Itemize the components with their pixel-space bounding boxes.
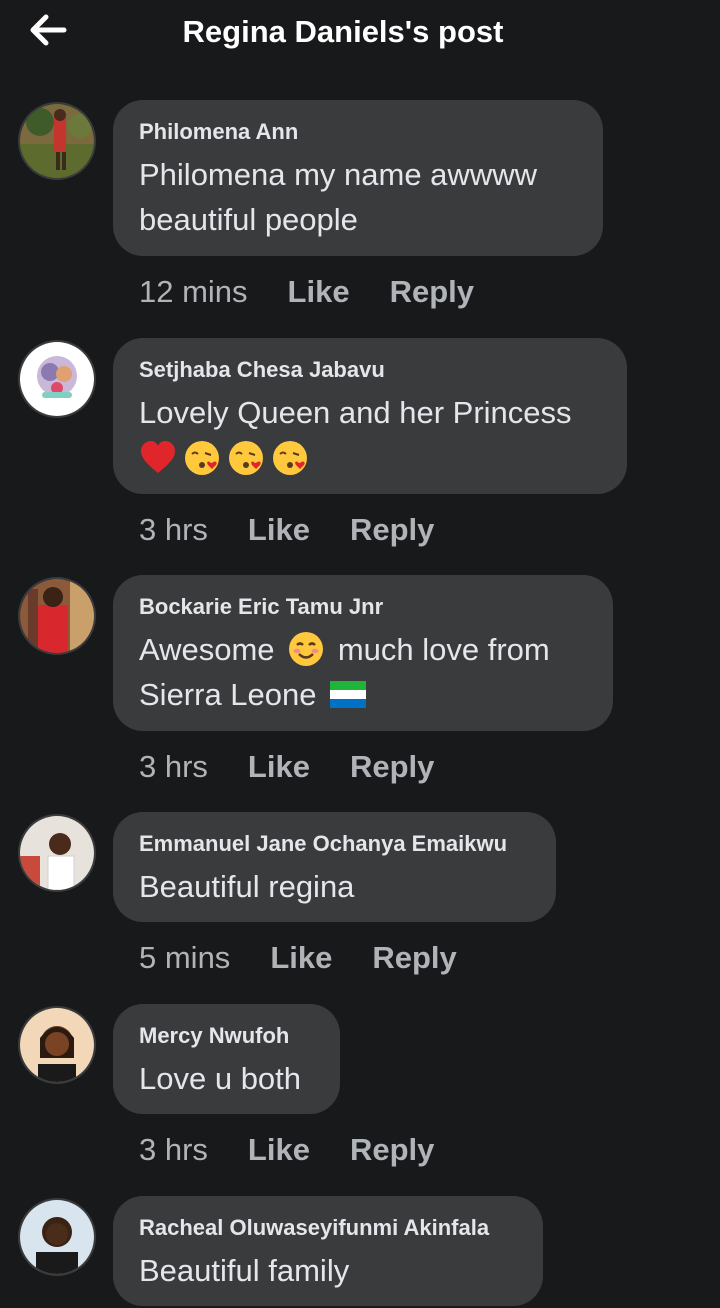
- comment-timestamp[interactable]: 3 hrs: [139, 512, 208, 548]
- reply-button[interactable]: Reply: [350, 1132, 434, 1168]
- comment-text: Love u both: [139, 1056, 314, 1101]
- comment-text-line: Love u both: [139, 1061, 302, 1096]
- face-blowing-kiss-icon: [229, 440, 263, 475]
- like-button[interactable]: Like: [288, 274, 350, 310]
- comment-bubble[interactable]: Philomena Ann Philomena my name awwww be…: [113, 100, 603, 256]
- flag-sierra-leone-icon: [330, 680, 367, 708]
- comment-actions: 5 mins Like Reply: [139, 938, 457, 978]
- reply-button[interactable]: Reply: [390, 274, 474, 310]
- comment-text-line: Beautiful family: [139, 1253, 350, 1288]
- comment-text-segment: Sierra Leone: [139, 677, 317, 712]
- top-bar: Regina Daniels's post: [0, 0, 720, 70]
- comment-text-line: Sierra Leone: [139, 672, 587, 717]
- comment-timestamp[interactable]: 3 hrs: [139, 1132, 208, 1168]
- avatar[interactable]: [18, 102, 96, 180]
- comment-text: Beautiful regina: [139, 864, 530, 909]
- comment-actions: 3 hrs Like Reply: [139, 510, 434, 550]
- comment-text: Philomena my name awwww beautiful people: [139, 152, 577, 242]
- comment-text: Lovely Queen and her Princess: [139, 390, 601, 480]
- comment-author[interactable]: Bockarie Eric Tamu Jnr: [139, 593, 587, 621]
- comment-text-segment: Awesome: [139, 632, 275, 667]
- comment-author[interactable]: Racheal Oluwaseyifunmi Akinfala: [139, 1214, 517, 1242]
- comment-text-line: Lovely Queen and her Princess: [139, 395, 572, 430]
- comment-author[interactable]: Mercy Nwufoh: [139, 1022, 314, 1050]
- comment-text: Awesome much love from Sierra Leone: [139, 627, 587, 717]
- comment-bubble[interactable]: Emmanuel Jane Ochanya Emaikwu Beautiful …: [113, 812, 556, 922]
- comment-text: Beautiful family: [139, 1248, 517, 1293]
- reply-button[interactable]: Reply: [350, 512, 434, 548]
- like-button[interactable]: Like: [248, 512, 310, 548]
- avatar[interactable]: [18, 1198, 96, 1276]
- comment-actions: 3 hrs Like Reply: [139, 747, 434, 787]
- comment-author[interactable]: Emmanuel Jane Ochanya Emaikwu: [139, 830, 530, 858]
- comment-bubble[interactable]: Racheal Oluwaseyifunmi Akinfala Beautifu…: [113, 1196, 543, 1306]
- comment-bubble[interactable]: Mercy Nwufoh Love u both: [113, 1004, 340, 1114]
- like-button[interactable]: Like: [248, 749, 310, 785]
- page-title: Regina Daniels's post: [182, 14, 504, 49]
- smiling-face-icon: [289, 631, 324, 666]
- red-heart-icon: [141, 440, 175, 473]
- avatar[interactable]: [18, 340, 96, 418]
- comment-text-line: Philomena my name awwww: [139, 157, 537, 192]
- emoji-row: [139, 435, 601, 480]
- like-button[interactable]: Like: [270, 940, 332, 976]
- comment-text-segment: much love from: [337, 632, 550, 667]
- reply-button[interactable]: Reply: [372, 940, 456, 976]
- comment-actions: 3 hrs Like Reply: [139, 1130, 434, 1170]
- comment-bubble[interactable]: Bockarie Eric Tamu Jnr Awesome much love…: [113, 575, 613, 731]
- face-blowing-kiss-icon: [185, 440, 219, 475]
- reply-button[interactable]: Reply: [350, 749, 434, 785]
- comment-timestamp[interactable]: 5 mins: [139, 940, 230, 976]
- comment-actions: 12 mins Like Reply: [139, 272, 474, 312]
- comment-timestamp[interactable]: 12 mins: [139, 274, 248, 310]
- comment-author[interactable]: Philomena Ann: [139, 118, 577, 146]
- comment-bubble[interactable]: Setjhaba Chesa Jabavu Lovely Queen and h…: [113, 338, 627, 494]
- avatar[interactable]: [18, 814, 96, 892]
- comment-text-line: Beautiful regina: [139, 869, 355, 904]
- comment-text-line: beautiful people: [139, 202, 358, 237]
- comment-text-line: Awesome much love from: [139, 627, 587, 672]
- avatar[interactable]: [18, 1006, 96, 1084]
- comment-author[interactable]: Setjhaba Chesa Jabavu: [139, 356, 601, 384]
- face-blowing-kiss-icon: [273, 440, 307, 475]
- comment-timestamp[interactable]: 3 hrs: [139, 749, 208, 785]
- avatar[interactable]: [18, 577, 96, 655]
- like-button[interactable]: Like: [248, 1132, 310, 1168]
